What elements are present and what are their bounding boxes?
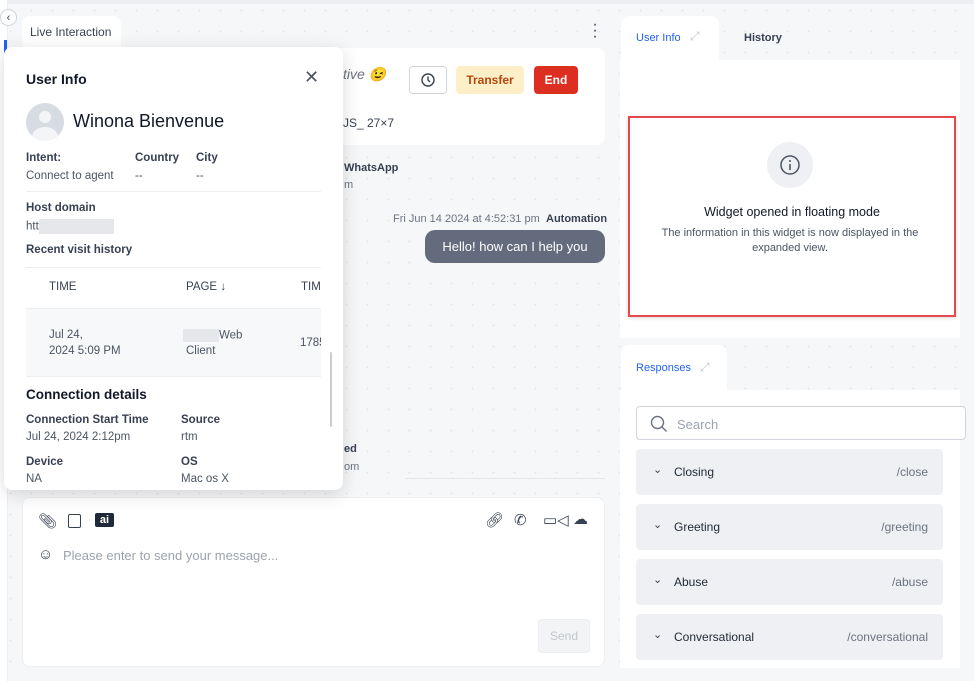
message-input[interactable]: Please enter to send your message... bbox=[63, 548, 278, 563]
response-name: Closing bbox=[674, 465, 715, 479]
link-icon[interactable]: 🔗︎ bbox=[485, 511, 504, 529]
scrollbar[interactable] bbox=[330, 352, 332, 427]
response-name: Abuse bbox=[674, 575, 709, 589]
country-label: Country bbox=[135, 152, 180, 164]
chevron-down-icon: ⌄ bbox=[653, 519, 663, 531]
channel-sub: m bbox=[344, 179, 354, 191]
expand-icon[interactable]: ⤢ bbox=[690, 29, 700, 44]
response-item-closing[interactable]: ⌄ Closing/close bbox=[636, 449, 943, 495]
redacted bbox=[183, 329, 219, 342]
response-command: /greeting bbox=[881, 520, 928, 534]
search-input[interactable]: Search bbox=[636, 406, 966, 440]
recent-visit-label: Recent visit history bbox=[26, 244, 133, 256]
channel-label: WhatsApp bbox=[344, 162, 399, 174]
message-timestamp: Fri Jun 14 2024 at 4:52:31 pm bbox=[393, 213, 540, 225]
template-icon[interactable] bbox=[68, 514, 81, 528]
event-label: ed bbox=[344, 443, 357, 455]
transfer-button[interactable]: Transfer bbox=[456, 66, 524, 94]
intent-value: Connect to agent bbox=[26, 170, 114, 182]
response-command: /abuse bbox=[891, 575, 928, 589]
info-icon bbox=[767, 142, 813, 188]
message-sender: Automation bbox=[546, 213, 608, 225]
search-icon bbox=[650, 415, 667, 432]
history-button[interactable] bbox=[409, 66, 447, 94]
chevron-down-icon: ⌄ bbox=[653, 629, 663, 641]
floating-title: Widget opened in floating mode bbox=[704, 205, 880, 219]
video-icon[interactable]: ▭◁ bbox=[543, 511, 569, 529]
divider bbox=[26, 267, 321, 268]
country-value: -- bbox=[135, 170, 143, 182]
col-page[interactable]: PAGE ↓ bbox=[186, 281, 226, 293]
attachment-icon[interactable]: 📎︎ bbox=[38, 512, 57, 530]
message-bubble: Hello! how can I help you bbox=[425, 230, 605, 263]
tab-live-interaction[interactable]: Live Interaction bbox=[22, 16, 121, 48]
divider bbox=[26, 191, 321, 192]
row-page-text: Web bbox=[219, 329, 243, 342]
response-name: Greeting bbox=[674, 520, 721, 534]
device-label: Device bbox=[26, 456, 64, 468]
source-label: Source bbox=[181, 414, 220, 426]
tab-responses[interactable]: Responses bbox=[636, 362, 691, 374]
cobrowse-icon[interactable]: ☁︎ bbox=[573, 510, 588, 528]
top-bar bbox=[0, 0, 974, 4]
col-page-label: PAGE bbox=[186, 281, 218, 293]
row-time-1: Jul 24, bbox=[49, 329, 83, 341]
tab-history[interactable]: History bbox=[744, 32, 782, 44]
event-sub: om bbox=[344, 461, 360, 473]
response-item-conversational[interactable]: ⌄ Conversational/conversational bbox=[636, 614, 943, 660]
row-time-2: 2024 5:09 PM bbox=[49, 345, 121, 357]
col-tim: TIM bbox=[301, 281, 321, 293]
response-item-abuse[interactable]: ⌄ Abuse/abuse bbox=[636, 559, 943, 605]
os-value: Mac os X bbox=[181, 473, 229, 485]
ai-assist-icon[interactable]: ai bbox=[95, 513, 114, 527]
row-tim: 1785 bbox=[300, 337, 321, 349]
response-command: /close bbox=[896, 465, 928, 479]
response-command: /conversational bbox=[847, 630, 928, 644]
end-button[interactable]: End bbox=[534, 66, 578, 94]
redacted bbox=[38, 219, 114, 234]
collapse-sidebar-button[interactable]: ‹ bbox=[0, 9, 17, 26]
row-page-1: Web bbox=[183, 329, 242, 342]
popup-title: User Info bbox=[26, 71, 87, 87]
city-label: City bbox=[196, 152, 218, 164]
more-options-icon[interactable]: · · · bbox=[590, 17, 600, 45]
host-domain-value: htt bbox=[26, 219, 114, 234]
connection-start-value: Jul 24, 2024 2:12pm bbox=[26, 431, 131, 443]
emoji-icon[interactable]: ☺ bbox=[38, 546, 53, 563]
row-page-2: Client bbox=[186, 345, 216, 357]
connection-start-label: Connection Start Time bbox=[26, 414, 149, 426]
tab-user-info[interactable]: User Info bbox=[636, 32, 681, 44]
response-name: Conversational bbox=[674, 630, 755, 644]
os-label: OS bbox=[181, 456, 198, 468]
response-item-greeting[interactable]: ⌄ Greeting/greeting bbox=[636, 504, 943, 550]
phone-icon[interactable]: ✆ bbox=[514, 511, 527, 529]
device-value: NA bbox=[26, 473, 42, 485]
host-domain-label: Host domain bbox=[26, 202, 96, 214]
clock-history-icon bbox=[421, 73, 435, 87]
send-button[interactable]: Send bbox=[538, 619, 590, 653]
table-row: Jul 24, 2024 5:09 PM Web Client 1785 bbox=[26, 308, 321, 377]
city-value: -- bbox=[196, 170, 204, 182]
expand-icon[interactable]: ⤢ bbox=[700, 360, 710, 375]
divider bbox=[405, 478, 605, 479]
source-value: rtm bbox=[181, 431, 198, 443]
intent-label: Intent: bbox=[26, 152, 62, 164]
search-placeholder: Search bbox=[677, 417, 719, 432]
col-time: TIME bbox=[49, 281, 77, 293]
user-info-popup: User Info ✕ Winona Bienvenue Intent: Con… bbox=[4, 47, 343, 490]
host-domain-text: htt bbox=[26, 220, 39, 233]
close-icon[interactable]: ✕ bbox=[304, 67, 319, 88]
connection-details-heading: Connection details bbox=[26, 387, 147, 402]
floating-description: The information in this widget is now di… bbox=[661, 227, 919, 254]
sort-down-icon[interactable]: ↓ bbox=[220, 281, 226, 293]
status-text: tive 😉 bbox=[343, 66, 387, 82]
header-subtitle: JS_ 27×7 bbox=[343, 116, 395, 130]
user-name: Winona Bienvenue bbox=[73, 111, 225, 131]
chevron-down-icon: ⌄ bbox=[653, 574, 663, 586]
avatar bbox=[26, 103, 64, 141]
chevron-down-icon: ⌄ bbox=[653, 464, 663, 476]
